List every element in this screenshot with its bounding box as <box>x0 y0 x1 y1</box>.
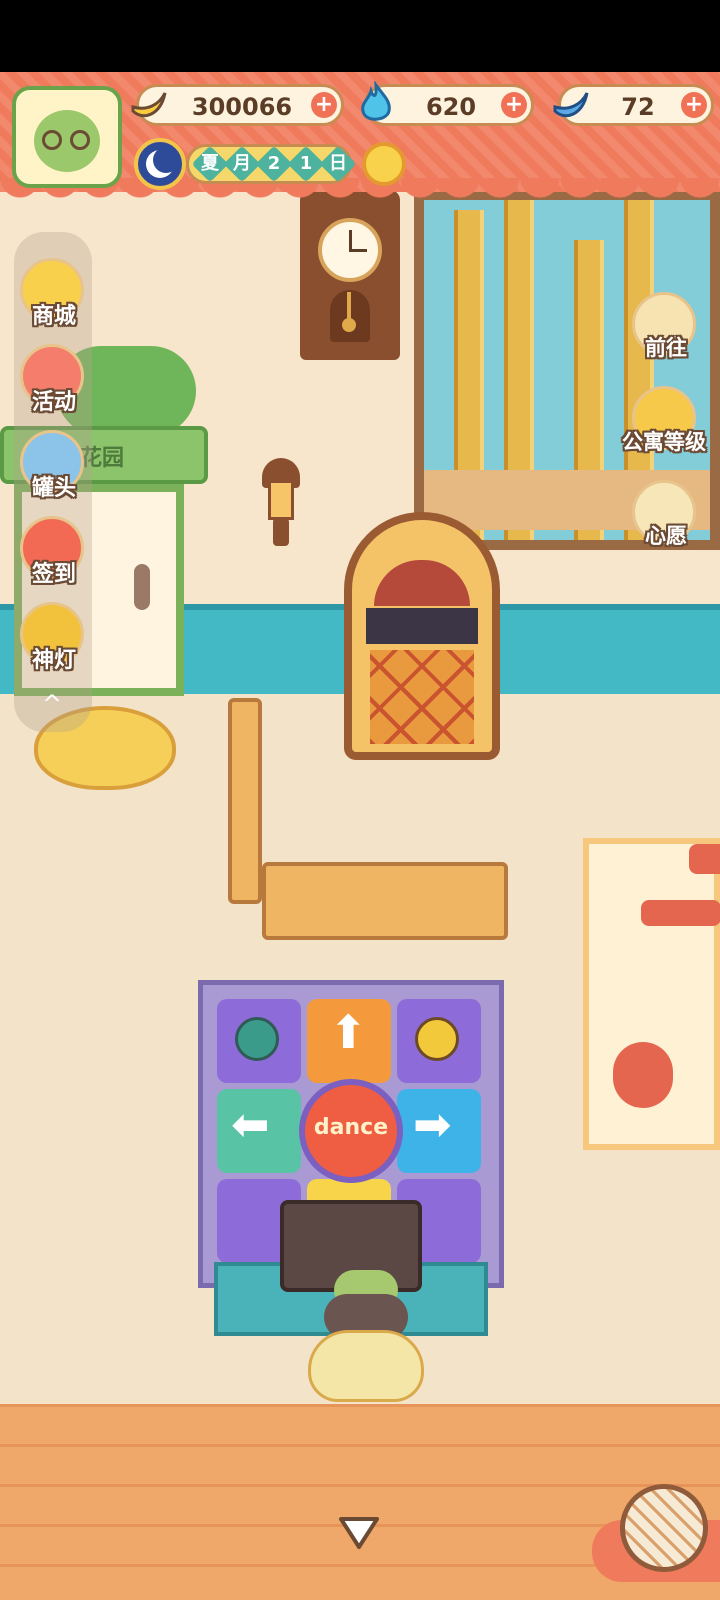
goto-button[interactable]: 前往 <box>626 290 706 370</box>
add-banana-button[interactable]: + <box>311 92 337 118</box>
sun-icon[interactable] <box>362 142 406 186</box>
fence-rail <box>262 862 508 940</box>
date-day-digit-1: 2 <box>267 153 281 174</box>
jukebox[interactable] <box>344 512 500 760</box>
add-blue-flame-button[interactable]: + <box>501 92 527 118</box>
blue-flame-icon <box>361 81 391 121</box>
collapse-menu-chevron-up-icon[interactable]: ^ <box>38 692 66 716</box>
event-label: 活动 <box>31 390 76 415</box>
checkin-label: 签到 <box>31 562 76 587</box>
banana-icon <box>131 92 167 117</box>
shop-button[interactable]: 商城 <box>14 256 94 336</box>
blue-flame-value: 620 <box>425 93 477 121</box>
magic-lamp-label: 神灯 <box>31 648 76 673</box>
blue-banana-icon <box>553 92 589 117</box>
apartment-level-label: 公寓等级 <box>622 430 706 454</box>
exercise-mat[interactable] <box>583 838 720 1150</box>
wall-lamp <box>256 458 306 550</box>
add-blue-banana-button[interactable]: + <box>681 92 707 118</box>
date-display: 夏 月 2 1 日 <box>186 144 357 184</box>
wish-label: 心愿 <box>645 524 687 548</box>
dance-pad-label: dance <box>313 1115 389 1140</box>
apartment-level-button[interactable]: 公寓等级 <box>622 384 706 464</box>
date-season: 夏 <box>201 153 219 174</box>
shop-label: 商城 <box>31 304 76 329</box>
moon-clock-icon[interactable] <box>134 138 186 190</box>
event-button[interactable]: 活动 <box>14 342 94 422</box>
player-character[interactable] <box>306 1270 426 1404</box>
magic-lamp-button[interactable]: 神灯 <box>14 600 94 680</box>
player-avatar[interactable] <box>12 86 122 188</box>
can-button[interactable]: 罐头 <box>14 428 94 508</box>
date-day-digit-2: 1 <box>299 153 313 174</box>
banana-value: 300066 <box>191 93 293 121</box>
blue-flame-counter[interactable]: 620 + <box>361 81 534 126</box>
grandfather-clock <box>300 190 400 360</box>
blue-banana-value: 72 <box>621 93 655 121</box>
chevron-down-icon[interactable] <box>337 1513 381 1553</box>
checkin-button[interactable]: 签到 <box>14 514 94 594</box>
can-label: 罐头 <box>31 476 76 501</box>
yarn-ball-button[interactable] <box>620 1484 708 1572</box>
blue-banana-counter[interactable]: 72 + <box>553 84 714 126</box>
wish-button[interactable]: 心愿 <box>626 478 706 558</box>
fence-post <box>228 698 262 904</box>
goto-label: 前往 <box>645 336 687 360</box>
date-day-label: 日 <box>329 153 347 174</box>
date-month-label: 月 <box>233 153 251 174</box>
banana-counter[interactable]: 300066 + <box>131 84 344 126</box>
status-bar <box>0 0 720 72</box>
